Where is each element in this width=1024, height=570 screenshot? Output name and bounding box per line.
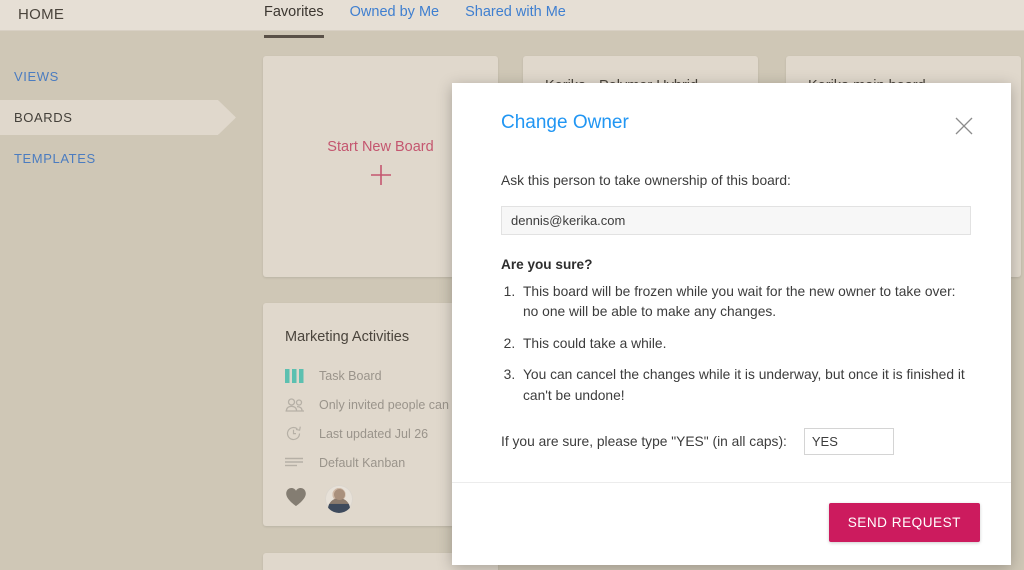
tab-shared-with-me[interactable]: Shared with Me (465, 0, 566, 20)
history-clock-icon (285, 426, 307, 442)
sidebar-item-label: VIEWS (14, 68, 59, 84)
sidebar-item-views[interactable]: VIEWS (0, 59, 200, 93)
board-meta-label: Last updated Jul 26 (319, 426, 429, 441)
sidebar: VIEWS BOARDS TEMPLATES (0, 31, 262, 570)
home-label[interactable]: HOME (18, 6, 64, 23)
board-meta-label: Task Board (319, 368, 382, 383)
sidebar-item-boards[interactable]: BOARDS (0, 100, 236, 135)
start-new-board-label: Start New Board (327, 139, 434, 155)
sidebar-item-label: TEMPLATES (14, 150, 96, 166)
board-card-title: Marketing Activities (285, 329, 410, 345)
tab-owned-by-me-label: Owned by Me (349, 4, 440, 20)
warning-list: This board will be frozen while you wait… (501, 282, 971, 406)
board-card-footer (285, 485, 476, 513)
tab-shared-with-me-label: Shared with Me (465, 4, 566, 20)
people-icon (285, 397, 307, 413)
tab-owned-by-me[interactable]: Owned by Me (350, 0, 439, 20)
task-board-columns-icon (285, 368, 307, 384)
tab-active-underline (264, 35, 324, 38)
list-item: This board will be frozen while you wait… (519, 282, 971, 323)
tab-favorites[interactable]: Favorites (264, 0, 324, 38)
board-meta-row: Only invited people can view this (285, 396, 500, 413)
confirm-yes-input[interactable] (803, 428, 894, 456)
list-item: This could take a while. (519, 334, 971, 354)
lines-icon (285, 455, 307, 471)
owner-email-input[interactable] (501, 206, 971, 235)
sidebar-item-label: BOARDS (14, 110, 73, 125)
confirm-label: If you are sure, please type "YES" (in a… (501, 434, 787, 450)
close-icon[interactable] (953, 115, 975, 137)
ask-ownership-text: Ask this person to take ownership of thi… (501, 173, 791, 188)
list-item: You can cancel the changes while it is u… (519, 365, 971, 406)
avatar[interactable] (325, 485, 353, 513)
board-meta-row: Default Kanban (285, 454, 476, 471)
tab-favorites-label: Favorites (264, 4, 324, 20)
tab-bar: Favorites Owned by Me Shared with Me (264, 0, 592, 38)
sidebar-item-templates[interactable]: TEMPLATES (0, 141, 200, 175)
board-meta-label: Default Kanban (319, 455, 406, 470)
top-bar: HOME Favorites Owned by Me Shared with M… (0, 0, 1024, 38)
app-root: HOME Favorites Owned by Me Shared with M… (0, 0, 1024, 570)
heart-icon[interactable] (285, 487, 307, 512)
confirm-row: If you are sure, please type "YES" (in a… (501, 428, 971, 456)
send-request-button[interactable]: SEND REQUEST (828, 503, 980, 542)
are-you-sure-heading: Are you sure? (501, 257, 593, 272)
dialog-body: Ask this person to take ownership of thi… (452, 159, 1011, 456)
dialog-footer: SEND REQUEST (452, 482, 1011, 565)
board-meta-row: Task Board (285, 367, 476, 384)
board-meta-row: Last updated Jul 26 (285, 425, 476, 442)
plus-icon (367, 161, 395, 194)
change-owner-dialog: Change Owner Ask this person to take own… (452, 83, 1011, 565)
dialog-title: Change Owner (501, 112, 629, 133)
